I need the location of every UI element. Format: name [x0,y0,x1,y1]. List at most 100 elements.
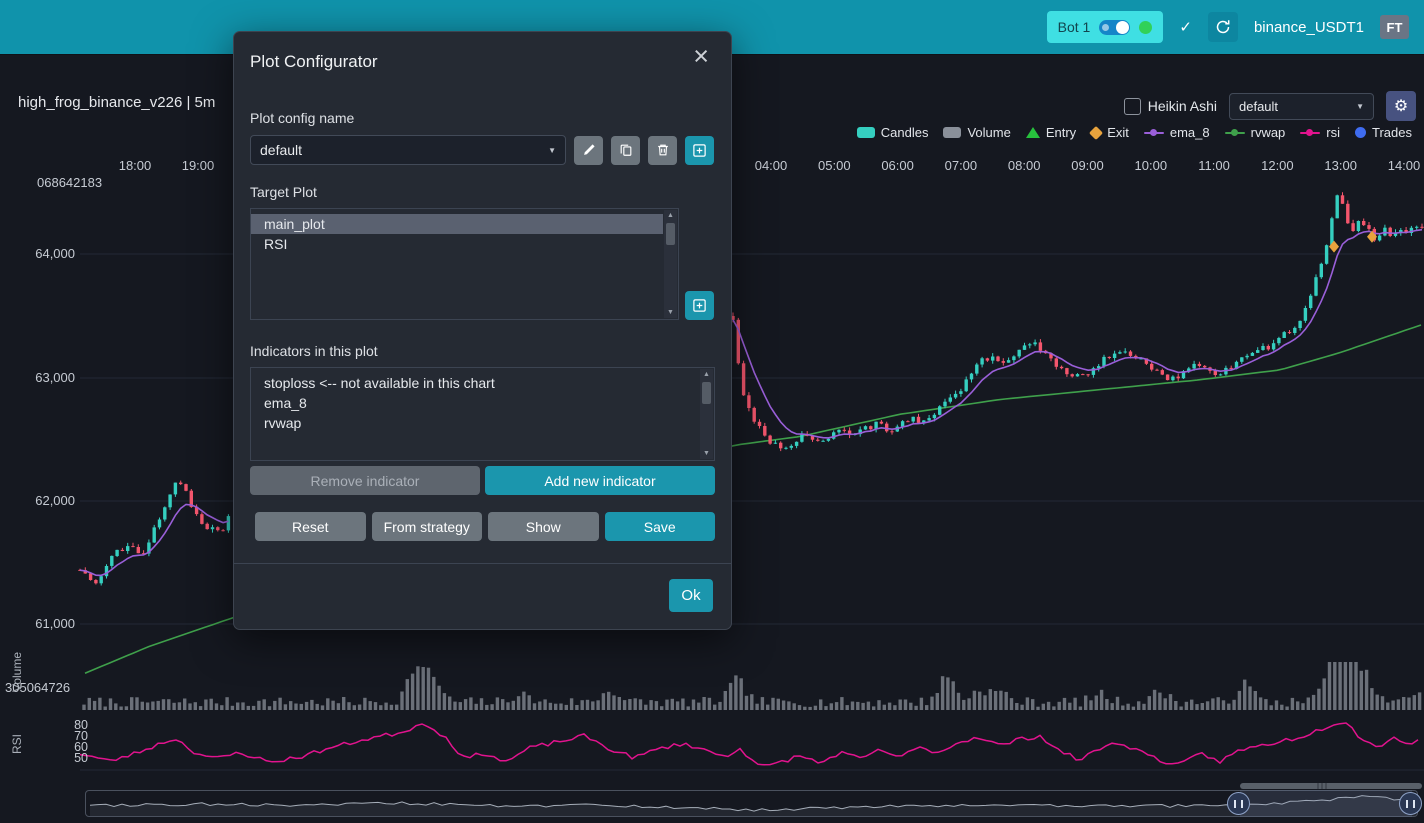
add-config-button[interactable] [685,136,714,165]
plot-config-name-label: Plot config name [250,110,715,126]
edit-config-button[interactable] [574,136,603,165]
legend-item-trades[interactable]: Trades [1355,125,1412,140]
pencil-icon [582,143,596,157]
bot-toggle[interactable] [1099,20,1130,35]
horizontal-scrollbar[interactable] [1240,783,1422,789]
remove-indicator-button[interactable]: Remove indicator [250,466,480,495]
ema_8-swatch-icon [1144,132,1164,134]
time-axis-tick: 06:00 [870,158,926,173]
indicator-option[interactable]: rvwap [251,413,699,433]
target-plot-option[interactable]: RSI [251,234,663,254]
scroll-up-icon[interactable]: ▲ [700,371,713,378]
heikin-ashi-checkbox[interactable] [1124,98,1141,115]
scrollbar-thumb[interactable] [666,223,675,245]
config-actions-row: Reset From strategy Show Save [255,512,715,541]
time-axis-tick: 05:00 [806,158,862,173]
legend-label: Volume [967,125,1010,140]
candles-swatch-icon [857,127,875,138]
copy-icon [619,143,633,157]
legend-item-entry[interactable]: Entry [1026,125,1076,140]
time-axis-tick: 07:00 [933,158,989,173]
time-axis-tick: 10:00 [1123,158,1179,173]
plot-config-select[interactable]: default ▼ [1229,93,1374,120]
modal-title: Plot Configurator [250,50,715,74]
indicators-label: Indicators in this plot [250,343,715,359]
legend-item-ema_8[interactable]: ema_8 [1144,125,1210,140]
duplicate-config-button[interactable] [611,136,640,165]
exit-swatch-icon [1089,125,1103,139]
time-axis-tick: 13:00 [1313,158,1369,173]
save-button[interactable]: Save [605,512,716,541]
data-zoom-window[interactable] [1240,790,1412,817]
app-root: { "navbar": { "bot_label": "Bot 1", "che… [0,0,1424,823]
trades-swatch-icon [1355,127,1366,138]
chart-title: high_frog_binance_v226 | 5m [18,94,215,111]
data-zoom-handle-left[interactable] [1227,792,1250,815]
plot-settings-button[interactable]: ⚙ [1386,91,1416,121]
bot-selector[interactable]: Bot 1 [1047,11,1164,43]
legend-item-rsi[interactable]: rsi [1300,125,1340,140]
indicators-listbox[interactable]: stoploss <-- not available in this chart… [250,367,715,461]
plus-square-icon [692,298,707,313]
scroll-down-icon[interactable]: ▼ [664,309,677,316]
plot-configurator-modal: Plot Configurator × Plot config name def… [233,31,732,630]
modal-header: Plot Configurator × [234,32,731,74]
show-button[interactable]: Show [488,512,599,541]
chevron-down-icon: ▼ [1356,102,1364,111]
legend-label: rsi [1326,125,1340,140]
legend-label: Exit [1107,125,1129,140]
chevron-down-icon: ▼ [548,146,556,155]
from-strategy-button[interactable]: From strategy [372,512,483,541]
scroll-down-icon[interactable]: ▼ [700,450,713,457]
indicator-option[interactable]: stoploss <-- not available in this chart [251,373,699,393]
refresh-button[interactable] [1208,12,1238,42]
ok-button[interactable]: Ok [669,579,713,612]
time-axis-tick: 09:00 [1060,158,1116,173]
legend-item-exit[interactable]: Exit [1091,125,1129,140]
volume-axis-title: Volume [10,642,24,702]
config-name-select-value: default [260,142,302,158]
bot-online-indicator [1139,21,1152,34]
price-axis-tick: 63,000 [5,370,75,385]
reset-button[interactable]: Reset [255,512,366,541]
toggle-knob [1116,21,1129,34]
heikin-ashi-control[interactable]: Heikin Ashi [1124,98,1217,115]
legend-item-volume[interactable]: Volume [943,125,1010,140]
account-name: binance_USDT1 [1254,19,1364,36]
scrollbar[interactable]: ▲ ▼ [664,210,677,318]
delete-config-button[interactable] [648,136,677,165]
config-name-select[interactable]: default ▼ [250,135,566,165]
legend-label: rvwap [1251,125,1286,140]
add-plot-button[interactable] [685,291,714,320]
toggle-track-dot [1102,24,1109,31]
target-plot-option[interactable]: main_plot [251,214,663,234]
close-icon: × [693,41,709,71]
data-zoom-handle-right[interactable] [1399,792,1422,815]
scrollbar-thumb[interactable] [702,382,711,404]
axis-value-label: 068642183 [37,175,102,190]
legend-label: Trades [1372,125,1412,140]
rvwap-swatch-icon [1225,132,1245,134]
close-button[interactable]: × [687,42,715,71]
legend-label: Entry [1046,125,1076,140]
add-new-indicator-button[interactable]: Add new indicator [485,466,715,495]
scrollbar-grip-icon [1317,783,1329,789]
heikin-ashi-label: Heikin Ashi [1148,98,1217,114]
indicator-option[interactable]: ema_8 [251,393,699,413]
ft-logo[interactable]: FT [1380,15,1409,39]
legend-item-rvwap[interactable]: rvwap [1225,125,1286,140]
data-zoom-navigator[interactable] [85,790,1418,817]
target-plot-label: Target Plot [250,184,715,200]
time-axis-tick: 18:00 [107,158,163,173]
target-plot-row: main_plotRSI ▲ ▼ [250,208,715,320]
plot-config-row: default ▼ [250,135,715,165]
scroll-up-icon[interactable]: ▲ [664,212,677,219]
target-plot-listbox[interactable]: main_plotRSI ▲ ▼ [250,208,679,320]
legend-item-candles[interactable]: Candles [857,125,929,140]
price-axis-tick: 61,000 [5,616,75,631]
chart-legend: Candles Volume Entry Exit ema_8 rvwap rsi Trade… [857,125,1412,140]
trash-icon [656,143,670,157]
time-axis-tick: 12:00 [1249,158,1305,173]
scrollbar[interactable]: ▲ ▼ [700,369,713,459]
plus-square-icon [692,143,707,158]
